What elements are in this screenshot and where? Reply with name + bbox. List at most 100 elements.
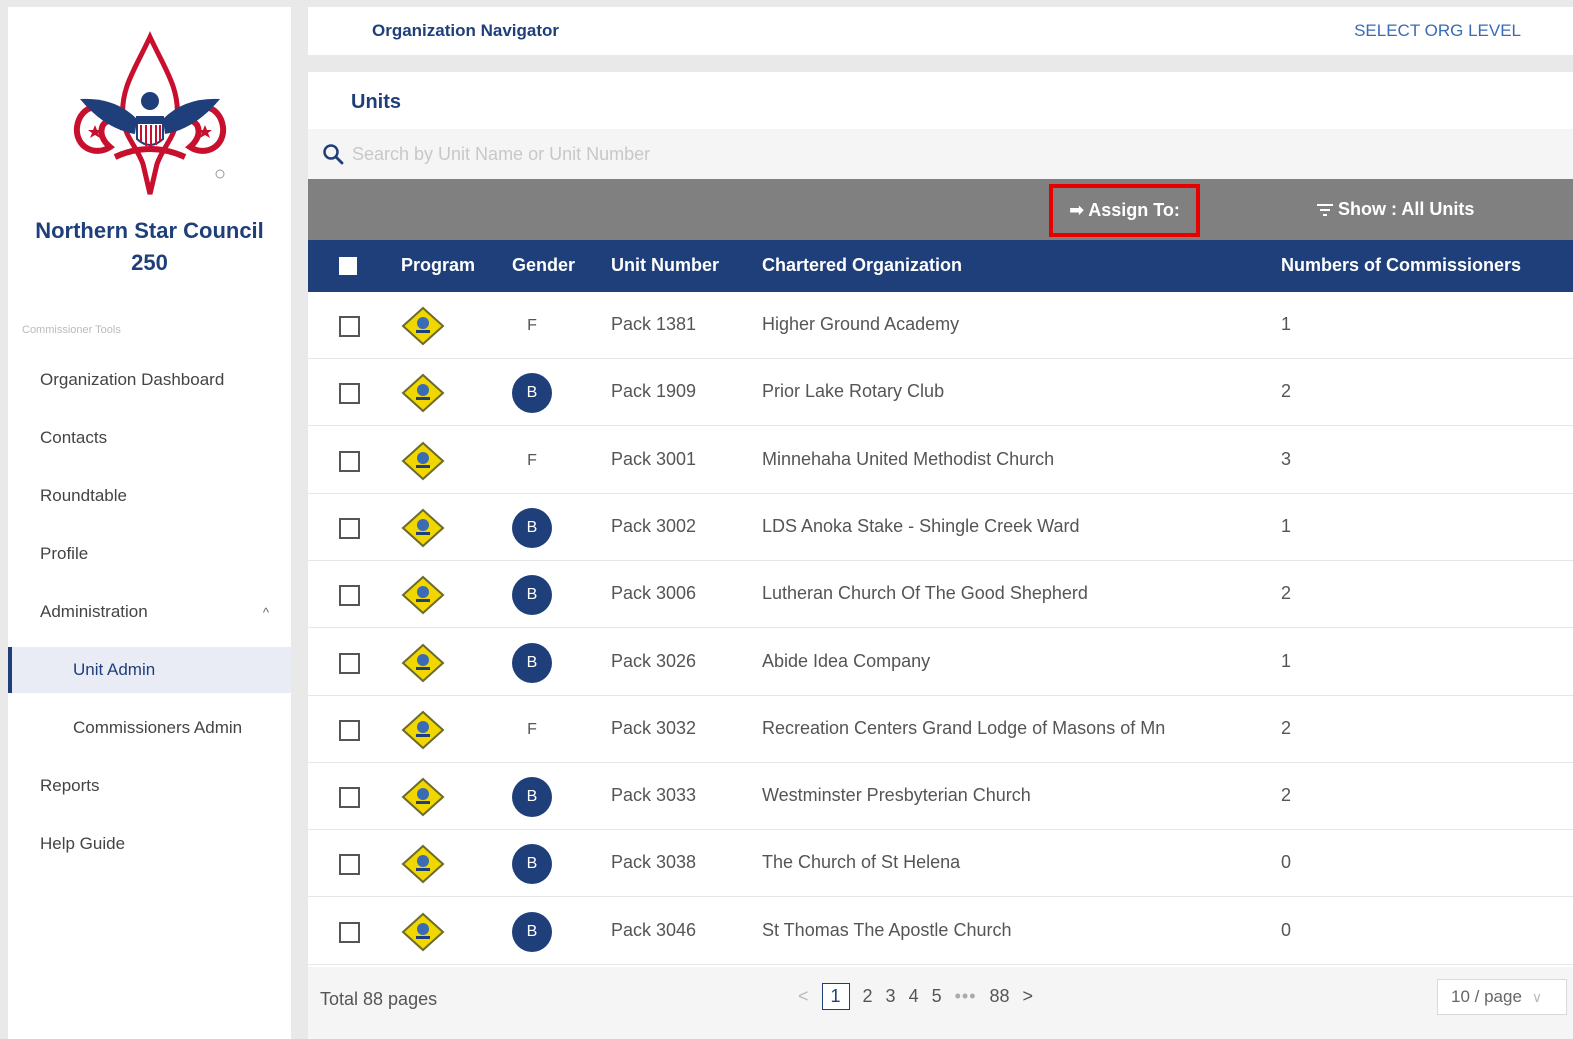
column-header-chartered-organization[interactable]: Chartered Organization xyxy=(762,255,962,276)
page-button[interactable]: 2 xyxy=(863,986,873,1007)
sidebar-item-commissioners-admin[interactable]: Commissioners Admin xyxy=(8,705,291,751)
chartered-organization: Higher Ground Academy xyxy=(762,314,960,334)
unit-number: Pack 3002 xyxy=(611,515,697,536)
sidebar-item-reports[interactable]: Reports xyxy=(8,763,291,809)
gender-badge: B xyxy=(512,575,552,616)
row-checkbox[interactable] xyxy=(339,316,360,337)
gender-badge: B xyxy=(512,911,552,952)
column-header-commissioners[interactable]: Numbers of Commissioners xyxy=(1281,255,1521,276)
search-input[interactable] xyxy=(352,143,952,165)
table-header: Program Gender Unit Number Chartered Org… xyxy=(308,240,1573,292)
commissioner-count: 2 xyxy=(1281,717,1292,738)
page-button[interactable]: 88 xyxy=(990,986,1010,1007)
cub-scout-badge-icon xyxy=(401,643,445,683)
sidebar-item-label: Profile xyxy=(40,544,89,563)
select-all-checkbox[interactable] xyxy=(339,257,357,275)
sidebar-item-administration[interactable]: Administration ^ xyxy=(8,589,291,635)
sidebar: Northern Star Council 250 Commissioner T… xyxy=(8,7,291,1039)
unit-number: Pack 3001 xyxy=(611,448,697,469)
table-row[interactable]: B Pack 3038 The Church of St Helena 0 xyxy=(308,830,1573,898)
table-row[interactable]: F Pack 1381 Higher Ground Academy 1 xyxy=(308,292,1573,359)
show-filter-button[interactable]: Show : All Units xyxy=(1316,199,1474,220)
commissioner-count: 0 xyxy=(1281,852,1292,873)
cub-scout-badge-icon xyxy=(401,777,445,817)
table-row[interactable]: F Pack 3032 Recreation Centers Grand Lodge… xyxy=(308,696,1573,763)
sidebar-item-label: Contacts xyxy=(40,428,108,447)
row-checkbox[interactable] xyxy=(339,719,360,741)
sidebar-item-organization-dashboard[interactable]: Organization Dashboard xyxy=(8,357,291,403)
page-button-current[interactable]: 1 xyxy=(821,983,850,1010)
column-header-gender[interactable]: Gender xyxy=(512,255,575,276)
sidebar-item-help-guide[interactable]: Help Guide xyxy=(8,821,291,867)
chartered-organization: Recreation Centers Grand Lodge of Masons… xyxy=(762,717,1166,738)
sidebar-item-label: Administration xyxy=(40,602,148,621)
column-header-program[interactable]: Program xyxy=(401,255,475,276)
page-button[interactable]: 5 xyxy=(932,986,942,1007)
chartered-organization: Abide Idea Company xyxy=(762,650,931,671)
select-org-level-button[interactable]: SELECT ORG LEVEL xyxy=(1354,21,1521,41)
units-toolbar: ➡ Assign To: Show : All Units xyxy=(308,179,1573,240)
gender-badge: B xyxy=(512,844,552,885)
row-checkbox[interactable] xyxy=(339,854,360,876)
gender-badge: F xyxy=(527,720,537,738)
top-bar: Organization Navigator SELECT ORG LEVEL xyxy=(308,7,1573,55)
chevron-right-icon[interactable]: > xyxy=(1023,986,1034,1007)
table-row[interactable]: B Pack 3033 Westminster Presbyterian Churc… xyxy=(308,763,1573,831)
page-button[interactable]: 3 xyxy=(886,986,896,1007)
table-row[interactable]: B Pack 3046 St Thomas The Apostle Church 0 xyxy=(308,898,1573,965)
council-name-line2: 250 xyxy=(131,250,168,275)
table-row[interactable]: B Pack 3026 Abide Idea Company 1 xyxy=(308,629,1573,696)
chartered-organization: Lutheran Church Of The Good Shepherd xyxy=(762,583,1088,604)
gender-badge: B xyxy=(512,507,552,548)
row-checkbox[interactable] xyxy=(339,383,360,405)
more-pages-icon[interactable]: ••• xyxy=(955,986,977,1007)
sidebar-item-label: Organization Dashboard xyxy=(40,370,225,389)
search-bar xyxy=(308,129,1573,179)
cub-scout-badge-icon xyxy=(401,844,445,884)
commissioner-count: 2 xyxy=(1281,785,1292,806)
table-row[interactable]: B Pack 3006 Lutheran Church Of The Good Sh… xyxy=(308,561,1573,629)
page-button[interactable]: 4 xyxy=(909,986,919,1007)
unit-number: Pack 3038 xyxy=(611,852,697,873)
commissioner-count: 1 xyxy=(1281,515,1292,536)
sidebar-item-roundtable[interactable]: Roundtable xyxy=(8,473,291,519)
cub-scout-badge-icon xyxy=(401,508,445,548)
chartered-organization: The Church of St Helena xyxy=(762,852,961,873)
page-size-select[interactable]: 10 / page ∨ xyxy=(1437,979,1567,1015)
cub-scout-badge-icon xyxy=(401,575,445,615)
council-name-line1: Northern Star Council xyxy=(35,218,264,243)
chevron-up-icon: ^ xyxy=(262,604,269,620)
assign-to-button[interactable]: ➡ Assign To: xyxy=(1049,184,1200,237)
table-row[interactable]: F Pack 3001 Minnehaha United Methodist Chu… xyxy=(308,427,1573,494)
page-list: < 1 2 3 4 5 ••• 88 > xyxy=(798,983,1046,1010)
row-checkbox[interactable] xyxy=(339,652,360,674)
page-title: Organization Navigator xyxy=(372,21,560,40)
sidebar-item-label: Roundtable xyxy=(40,486,127,505)
arrow-right-icon: ➡ xyxy=(1069,200,1085,220)
unit-number: Pack 1381 xyxy=(611,314,697,334)
show-filter-label: Show : All Units xyxy=(1338,199,1475,219)
chevron-left-icon[interactable]: < xyxy=(798,986,809,1007)
column-header-unit-number[interactable]: Unit Number xyxy=(611,255,719,276)
table-row[interactable]: B Pack 3002 LDS Anoka Stake - Shingle Cree… xyxy=(308,494,1573,561)
chartered-organization: St Thomas The Apostle Church xyxy=(762,919,1012,940)
row-checkbox[interactable] xyxy=(339,450,360,472)
unit-number: Pack 1909 xyxy=(611,381,697,402)
section-caption: Commissioner Tools xyxy=(22,324,121,336)
cub-scout-badge-icon xyxy=(401,710,445,750)
row-checkbox[interactable] xyxy=(339,585,360,607)
unit-number: Pack 3046 xyxy=(611,919,697,940)
gender-badge: F xyxy=(527,451,537,469)
gender-badge: B xyxy=(512,373,552,414)
sidebar-item-unit-admin[interactable]: Unit Admin xyxy=(8,647,291,693)
page-size-value: 10 / page xyxy=(1451,987,1522,1006)
row-checkbox[interactable] xyxy=(339,921,360,943)
row-checkbox[interactable] xyxy=(339,787,360,809)
row-checkbox[interactable] xyxy=(339,517,360,539)
sidebar-item-profile[interactable]: Profile xyxy=(8,531,291,577)
units-panel: Units ➡ Assign To: Show : All Units Prog… xyxy=(308,72,1573,1039)
sidebar-item-contacts[interactable]: Contacts xyxy=(8,415,291,461)
assign-to-label: Assign To: xyxy=(1088,200,1180,220)
pagination: Total 88 pages < 1 2 3 4 5 ••• 88 > 10 /… xyxy=(308,967,1573,1039)
table-row[interactable]: B Pack 1909 Prior Lake Rotary Club 2 xyxy=(308,359,1573,427)
